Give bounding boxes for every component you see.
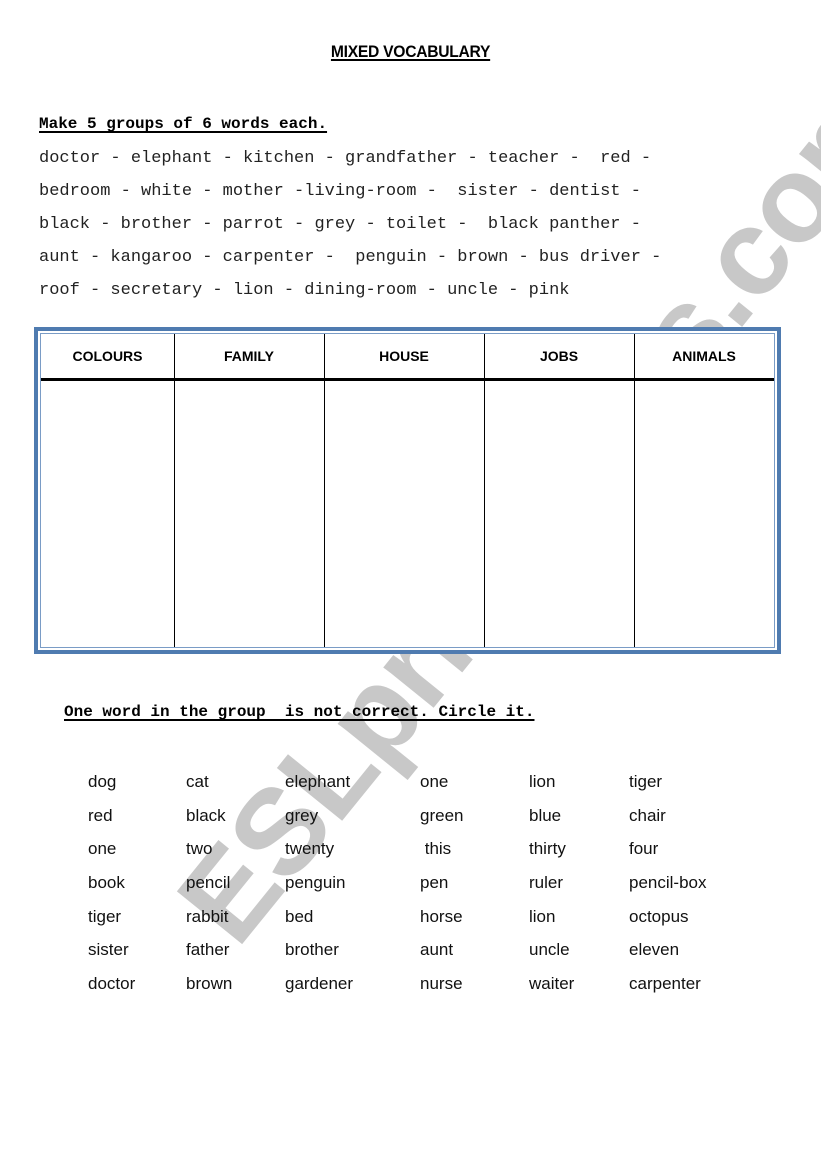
grouping-table-header: COLOURS FAMILY HOUSE JOBS ANIMALS — [41, 334, 774, 381]
word-option[interactable]: rabbit — [186, 907, 229, 927]
worksheet-page: ESLprintables.com MIXED VOCABULARY Make … — [0, 0, 821, 1169]
word-option[interactable]: pen — [420, 873, 448, 893]
column-header-house: HOUSE — [379, 348, 429, 364]
word-option[interactable]: tiger — [88, 907, 121, 927]
word-option[interactable]: penguin — [285, 873, 346, 893]
grouping-table: COLOURS FAMILY HOUSE JOBS ANIMALS — [34, 327, 781, 654]
word-option[interactable]: eleven — [629, 940, 679, 960]
exercise2-instruction: One word in the group is not correct. Ci… — [64, 703, 535, 721]
column-header-animals: ANIMALS — [672, 348, 736, 364]
word-bank: doctor - elephant - kitchen - grandfathe… — [39, 146, 661, 311]
word-option[interactable]: bed — [285, 907, 313, 927]
word-option[interactable]: sister — [88, 940, 129, 960]
word-bank-line: aunt - kangaroo - carpenter - penguin - … — [39, 248, 662, 267]
word-option[interactable]: waiter — [529, 974, 574, 994]
word-option[interactable]: aunt — [420, 940, 453, 960]
word-option[interactable]: blue — [529, 806, 561, 826]
answer-cell-house[interactable] — [325, 381, 484, 647]
word-option[interactable]: pencil — [186, 873, 230, 893]
word-option[interactable]: this — [420, 839, 451, 859]
word-bank-line: bedroom - white - mother -living-room - … — [39, 182, 641, 201]
word-option[interactable]: one — [420, 772, 448, 792]
word-bank-line: black - brother - parrot - grey - toilet… — [39, 215, 641, 234]
word-option[interactable]: dog — [88, 772, 116, 792]
word-option[interactable]: red — [88, 806, 113, 826]
page-title-text: MIXED VOCABULARY — [330, 42, 491, 61]
word-option[interactable]: black — [186, 806, 226, 826]
word-option[interactable]: ruler — [529, 873, 563, 893]
word-option[interactable]: twenty — [285, 839, 334, 859]
grouping-table-inner: COLOURS FAMILY HOUSE JOBS ANIMALS — [40, 333, 775, 648]
word-option[interactable]: green — [420, 806, 463, 826]
answer-cell-family[interactable] — [175, 381, 324, 647]
word-option[interactable]: thirty — [529, 839, 566, 859]
word-option[interactable]: octopus — [629, 907, 689, 927]
column-header-colours: COLOURS — [72, 348, 143, 364]
word-option[interactable]: lion — [529, 772, 555, 792]
word-option[interactable]: tiger — [629, 772, 662, 792]
answer-cell-jobs[interactable] — [485, 381, 634, 647]
word-option[interactable]: brother — [285, 940, 339, 960]
word-option[interactable]: nurse — [420, 974, 463, 994]
answer-cell-colours[interactable] — [41, 381, 174, 647]
column-header-jobs: JOBS — [539, 348, 579, 364]
word-option[interactable]: gardener — [285, 974, 353, 994]
word-option[interactable]: one — [88, 839, 116, 859]
worksheet-content: MIXED VOCABULARY Make 5 groups of 6 word… — [0, 0, 821, 1169]
word-option[interactable]: grey — [285, 806, 318, 826]
word-bank-line: doctor - elephant - kitchen - grandfathe… — [39, 149, 652, 168]
column-header-family: FAMILY — [223, 348, 275, 364]
word-option[interactable]: lion — [529, 907, 555, 927]
word-option[interactable]: four — [629, 839, 658, 859]
word-option[interactable]: pencil-box — [629, 873, 707, 893]
word-option[interactable]: horse — [420, 907, 463, 927]
page-title: MIXED VOCABULARY — [0, 42, 821, 62]
word-option[interactable]: book — [88, 873, 125, 893]
word-option[interactable]: doctor — [88, 974, 135, 994]
word-option[interactable]: two — [186, 839, 212, 859]
word-option[interactable]: father — [186, 940, 229, 960]
word-option[interactable]: uncle — [529, 940, 570, 960]
answer-cell-animals[interactable] — [635, 381, 774, 647]
word-option[interactable]: elephant — [285, 772, 350, 792]
word-option[interactable]: brown — [186, 974, 232, 994]
exercise1-instruction: Make 5 groups of 6 words each. — [39, 115, 328, 133]
word-bank-line: roof - secretary - lion - dining-room - … — [39, 281, 570, 300]
word-option[interactable]: cat — [186, 772, 209, 792]
word-option[interactable]: carpenter — [629, 974, 701, 994]
word-option[interactable]: chair — [629, 806, 666, 826]
